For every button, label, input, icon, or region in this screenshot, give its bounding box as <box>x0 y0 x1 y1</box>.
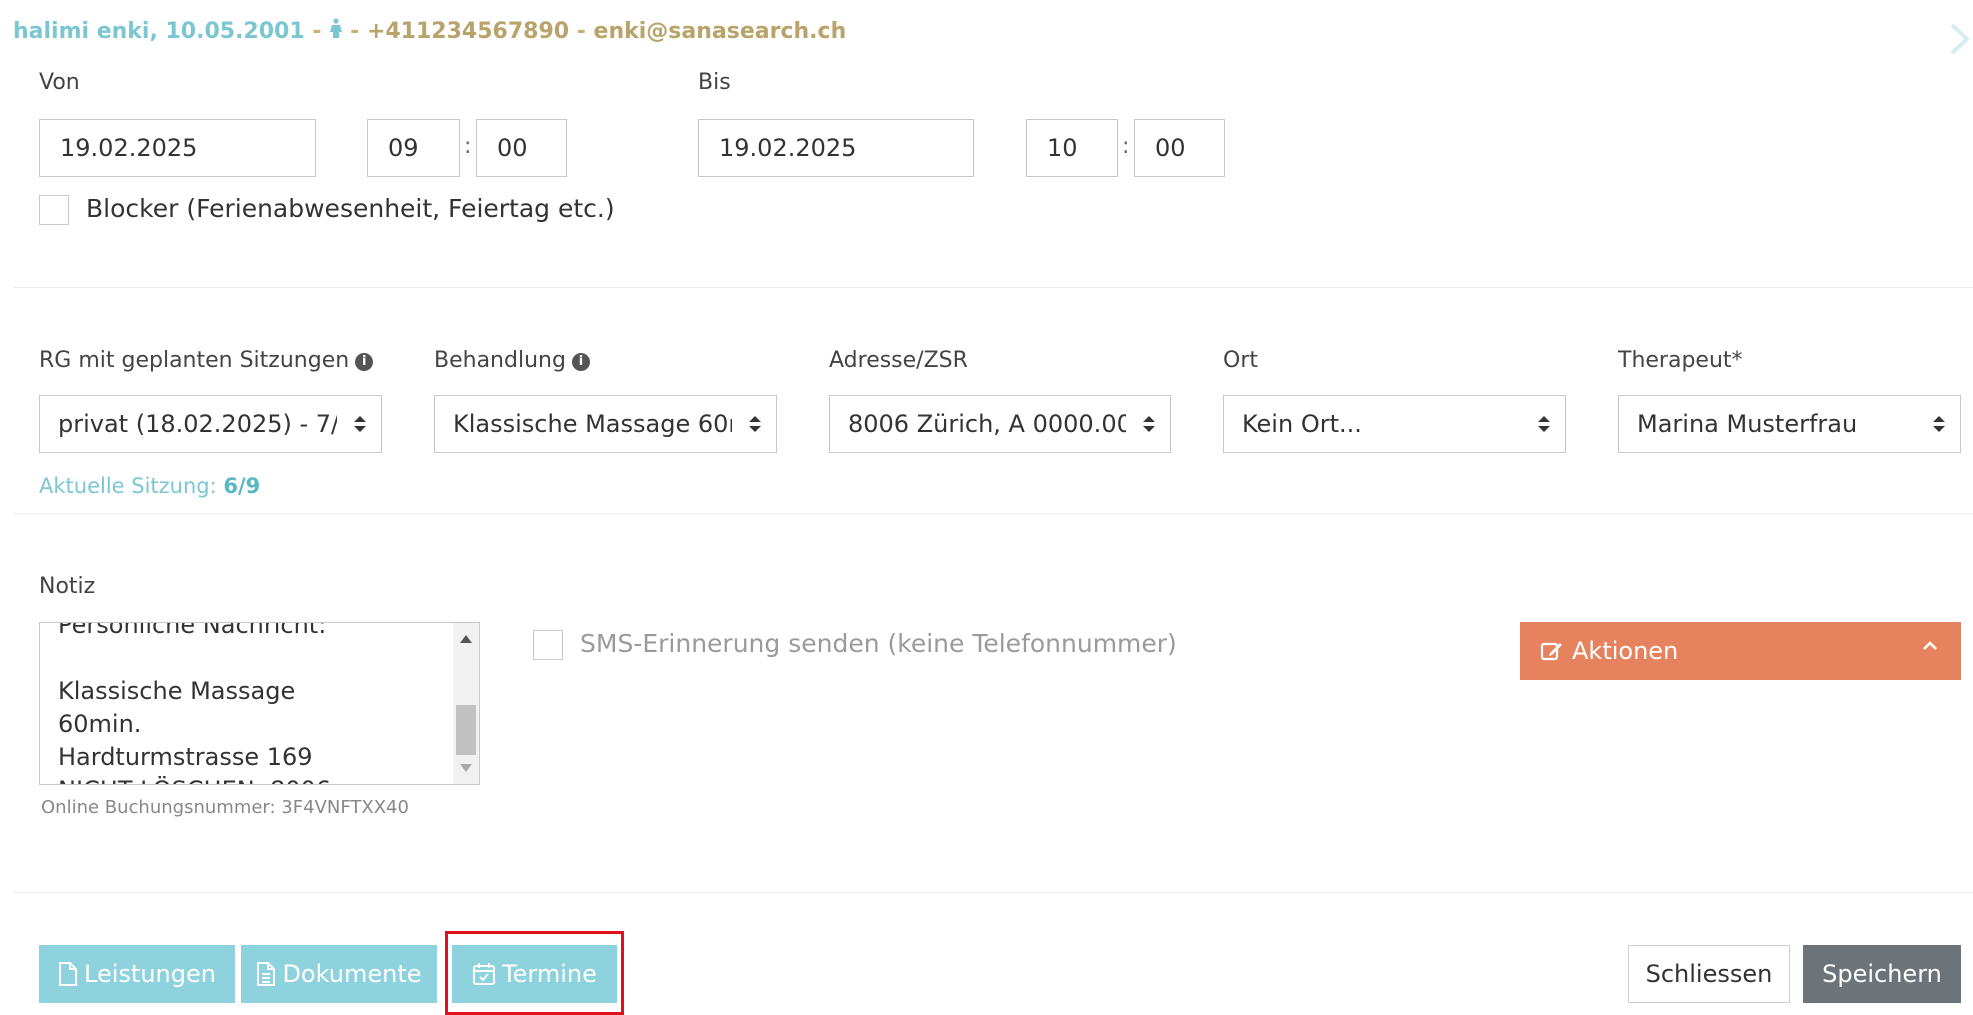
adresse-select[interactable]: 8006 Zürich, A 0000.00 <box>829 395 1171 453</box>
female-person-icon <box>329 18 350 43</box>
notiz-label: Notiz <box>39 574 96 599</box>
divider <box>13 287 1973 288</box>
time-colon: : <box>1122 134 1130 159</box>
schliessen-button[interactable]: Schliessen <box>1628 945 1790 1003</box>
behandlung-select[interactable]: Klassische Massage 60min <box>434 395 777 453</box>
scroll-down-arrow-icon[interactable] <box>460 764 472 772</box>
chevron-up-icon <box>1923 641 1937 650</box>
select-arrows-icon <box>1933 416 1945 432</box>
sms-checkbox[interactable] <box>533 630 563 660</box>
scrollbar-thumb[interactable] <box>456 705 476 755</box>
ort-label: Ort <box>1223 348 1258 373</box>
bis-minute-input[interactable]: 00 <box>1134 119 1225 177</box>
speichern-button[interactable]: Speichern <box>1803 945 1961 1003</box>
dokumente-label: Dokumente <box>282 960 422 988</box>
info-icon[interactable]: i <box>355 353 374 371</box>
therapeut-select-value: Marina Musterfrau <box>1637 410 1858 438</box>
select-arrows-icon <box>354 416 366 432</box>
header-separator: - <box>312 19 322 44</box>
aktionen-button[interactable]: Aktionen <box>1520 622 1961 680</box>
bis-date-input[interactable]: 19.02.2025 <box>698 119 974 177</box>
document-text-icon <box>257 962 276 986</box>
sms-label[interactable]: SMS-Erinnerung senden (keine Telefonnumm… <box>580 629 1177 658</box>
dokumente-button[interactable]: Dokumente <box>241 945 437 1003</box>
divider <box>13 513 1973 514</box>
chevron-right-icon[interactable] <box>1949 22 1971 64</box>
leistungen-label: Leistungen <box>84 960 216 988</box>
info-icon[interactable]: i <box>571 353 590 371</box>
behandlung-label: Behandlung i <box>434 348 590 373</box>
current-session: Aktuelle Sitzung: 6/9 <box>39 474 260 498</box>
rg-select-value: privat (18.02.2025) - 7/9 <box>58 410 337 438</box>
patient-phone[interactable]: +411234567890 <box>367 19 569 44</box>
bis-label: Bis <box>698 70 731 95</box>
rg-label-text: RG mit geplanten Sitzungen <box>39 348 350 373</box>
notiz-text: Persönliche Nachricht: Klassische Massag… <box>58 622 331 784</box>
therapeut-label: Therapeut* <box>1618 348 1743 373</box>
header-separator: - <box>350 19 360 44</box>
behandlung-label-text: Behandlung <box>434 348 566 373</box>
header-separator: - <box>576 19 586 44</box>
therapeut-select[interactable]: Marina Musterfrau <box>1618 395 1961 453</box>
select-arrows-icon <box>749 416 761 432</box>
calendar-check-icon <box>473 963 496 985</box>
textarea-scrollbar[interactable] <box>453 623 479 784</box>
von-date-input[interactable]: 19.02.2025 <box>39 119 316 177</box>
select-arrows-icon <box>1143 416 1155 432</box>
blocker-checkbox[interactable] <box>39 195 69 225</box>
scroll-up-arrow-icon[interactable] <box>460 635 472 643</box>
termine-button[interactable]: Termine <box>452 945 617 1003</box>
divider <box>13 892 1973 893</box>
rg-select[interactable]: privat (18.02.2025) - 7/9 <box>39 395 382 453</box>
rg-label: RG mit geplanten Sitzungen i <box>39 348 374 373</box>
von-label: Von <box>39 70 80 95</box>
notiz-textarea[interactable]: Persönliche Nachricht: Klassische Massag… <box>39 622 480 785</box>
select-arrows-icon <box>1538 416 1550 432</box>
von-hour-input[interactable]: 09 <box>367 119 460 177</box>
adresse-select-value: 8006 Zürich, A 0000.00 <box>848 410 1126 438</box>
patient-name-dob: halimi enki, 10.05.2001 <box>13 19 305 44</box>
termine-label: Termine <box>502 960 597 988</box>
von-minute-input[interactable]: 00 <box>476 119 567 177</box>
leistungen-button[interactable]: Leistungen <box>39 945 235 1003</box>
patient-email[interactable]: enki@sanasearch.ch <box>594 19 847 44</box>
aktionen-label: Aktionen <box>1572 637 1679 665</box>
current-session-value: 6/9 <box>223 474 261 498</box>
bis-hour-input[interactable]: 10 <box>1026 119 1118 177</box>
current-session-label: Aktuelle Sitzung: <box>39 474 217 498</box>
ort-select[interactable]: Kein Ort... <box>1223 395 1566 453</box>
booking-number: Online Buchungsnummer: 3F4VNFTXX40 <box>41 797 409 818</box>
edit-icon <box>1540 642 1562 661</box>
document-icon <box>59 962 78 986</box>
behandlung-select-value: Klassische Massage 60min <box>453 410 732 438</box>
ort-select-value: Kein Ort... <box>1242 410 1362 438</box>
blocker-label[interactable]: Blocker (Ferienabwesenheit, Feiertag etc… <box>86 194 615 223</box>
patient-header: halimi enki, 10.05.2001 - - +41123456789… <box>13 18 846 44</box>
adresse-label: Adresse/ZSR <box>829 348 968 373</box>
time-colon: : <box>464 134 472 159</box>
